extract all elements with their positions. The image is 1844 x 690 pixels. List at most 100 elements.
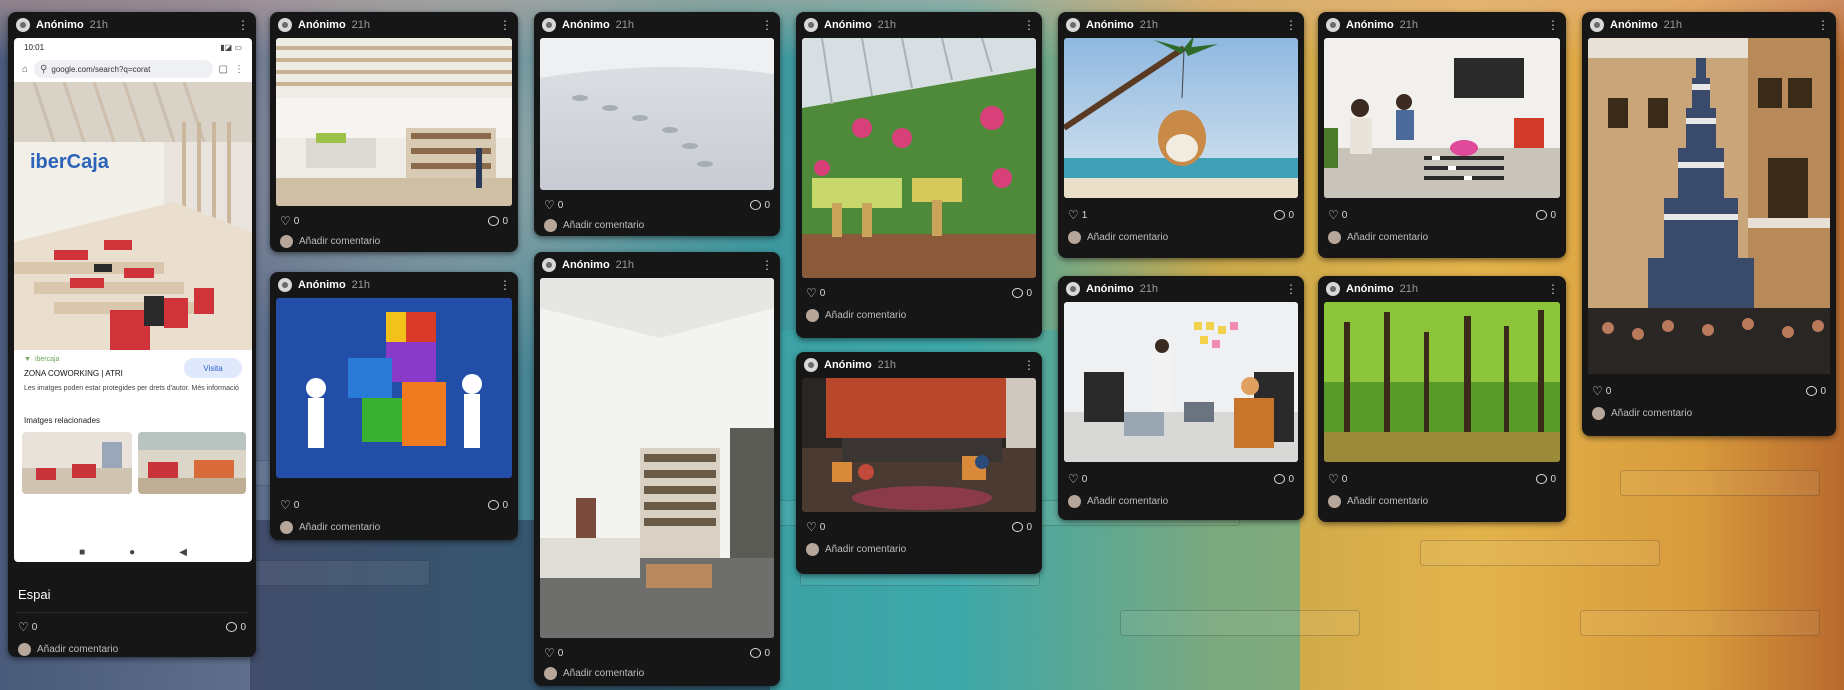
add-comment-button[interactable]: Añadir comentario	[544, 666, 644, 680]
vertical-dots-icon[interactable]: ⋮	[1023, 359, 1035, 371]
like-button[interactable]: ♡ 0	[1328, 208, 1347, 222]
post-image[interactable]	[540, 278, 774, 638]
coworking-hero-image: iberCaja	[14, 82, 252, 350]
status-icons: ▮◪ ▭	[220, 42, 242, 52]
like-button[interactable]: ♡ 0	[806, 286, 825, 300]
source-favicon-icon: ▼	[24, 356, 31, 363]
comment-count[interactable]: 0	[750, 648, 770, 659]
vertical-dots-icon[interactable]: ⋮	[1547, 19, 1559, 31]
post-image[interactable]	[1064, 302, 1298, 462]
comment-count[interactable]: 0	[488, 216, 508, 227]
post-card[interactable]: Anónimo 21h ⋮ ♡ 0 0 Añadir comentario	[270, 272, 518, 540]
add-comment-button[interactable]: Añadir comentario	[544, 218, 644, 232]
post-image[interactable]	[1064, 38, 1298, 198]
back-icon: ◀	[179, 546, 187, 558]
vertical-dots-icon[interactable]: ⋮	[1285, 283, 1297, 295]
result-source: ▼ ibercaja	[24, 356, 60, 363]
comment-count[interactable]: 0	[1536, 210, 1556, 221]
add-comment-button[interactable]: Añadir comentario	[1592, 406, 1692, 420]
vertical-dots-icon[interactable]: ⋮	[1285, 19, 1297, 31]
user-avatar-icon	[804, 358, 818, 372]
post-image[interactable]	[276, 38, 512, 206]
vertical-dots-icon[interactable]: ⋮	[1547, 283, 1559, 295]
copyright-notice: Les imatges poden estar protegides per d…	[24, 385, 239, 392]
user-avatar-icon	[1326, 282, 1340, 296]
post-image[interactable]	[540, 38, 774, 190]
author-name: Anónimo	[824, 359, 872, 371]
related-image-thumbnail[interactable]	[138, 432, 246, 494]
comment-count[interactable]: 0	[1806, 386, 1826, 397]
like-button[interactable]: ♡ 0	[544, 646, 563, 660]
like-button[interactable]: ♡ 0	[1328, 472, 1347, 486]
add-comment-button[interactable]: Añadir comentario	[1328, 494, 1428, 508]
related-images-heading: Imatges relacionades	[24, 416, 101, 425]
post-image[interactable]	[802, 38, 1036, 278]
user-avatar-icon	[1066, 282, 1080, 296]
heart-outline-icon: ♡	[1328, 208, 1339, 222]
vertical-dots-icon[interactable]: ⋮	[499, 19, 511, 31]
add-comment-button[interactable]: Añadir comentario	[1068, 494, 1168, 508]
post-card[interactable]: Anónimo 21h ⋮ 10:01 ▮◪ ▭ ⌂ ⚲ google.com/…	[8, 12, 256, 657]
like-button[interactable]: ♡ 1	[1068, 208, 1087, 222]
like-button[interactable]: ♡ 0	[280, 214, 299, 228]
home-button-icon: ●	[129, 546, 136, 558]
user-avatar-icon	[544, 218, 557, 232]
vertical-dots-icon[interactable]: ⋮	[1817, 19, 1829, 31]
post-card[interactable]: Anónimo 21h ⋮ ♡ 0 0 Añadir comentario	[1318, 276, 1566, 522]
comment-count[interactable]: 0	[1536, 474, 1556, 485]
result-title: ZONA COWORKING | ATRI	[24, 369, 123, 378]
vertical-dots-icon[interactable]: ⋮	[761, 19, 773, 31]
like-button[interactable]: ♡ 0	[1068, 472, 1087, 486]
post-image[interactable]	[1324, 38, 1560, 198]
vertical-dots-icon[interactable]: ⋮	[761, 259, 773, 271]
comment-count[interactable]: 0	[750, 200, 770, 211]
like-button[interactable]: ♡ 0	[544, 198, 563, 212]
post-card[interactable]: Anónimo 21h ⋮ ♡ 0 0 Añadir comentario	[1318, 12, 1566, 258]
add-comment-button[interactable]: Añadir comentario	[280, 520, 380, 534]
url-bar: ⚲ google.com/search?q=corat	[34, 60, 213, 78]
comment-count[interactable]: 0	[488, 500, 508, 511]
card-header: Anónimo 21h ⋮	[796, 352, 1042, 378]
comment-count[interactable]: 0	[226, 622, 246, 633]
post-card[interactable]: Anónimo 21h ⋮ ♡ 0 0 Añadir comentario	[534, 252, 780, 686]
comment-count[interactable]: 0	[1274, 474, 1294, 485]
like-button[interactable]: ♡ 0	[18, 620, 37, 634]
comment-bubble-icon	[750, 648, 762, 658]
add-comment-button[interactable]: Añadir comentario	[280, 234, 380, 248]
comment-count[interactable]: 0	[1012, 522, 1032, 533]
vertical-dots-icon[interactable]: ⋮	[237, 19, 249, 31]
add-comment-button[interactable]: Añadir comentario	[806, 542, 906, 556]
add-comment-button[interactable]: Añadir comentario	[1328, 230, 1428, 244]
add-comment-button[interactable]: Añadir comentario	[18, 642, 118, 656]
post-card[interactable]: Anónimo 21h ⋮ ♡ 0 0 Añadir comentario	[1058, 276, 1304, 520]
like-button[interactable]: ♡ 0	[280, 498, 299, 512]
post-image[interactable]	[276, 298, 512, 478]
post-image[interactable]	[1324, 302, 1560, 462]
post-image[interactable]	[802, 378, 1036, 512]
comment-bubble-icon	[488, 216, 500, 226]
visit-button[interactable]: Visita	[184, 358, 242, 378]
add-comment-button[interactable]: Añadir comentario	[806, 308, 906, 322]
comment-count[interactable]: 0	[1012, 288, 1032, 299]
post-image[interactable]	[1588, 38, 1830, 374]
comment-count[interactable]: 0	[1274, 210, 1294, 221]
card-header: Anónimo 21h ⋮	[270, 12, 518, 38]
like-button[interactable]: ♡ 0	[806, 520, 825, 534]
post-card[interactable]: Anónimo 21h ⋮ ♡ 0 0 Añadir comentario	[796, 352, 1042, 574]
recents-icon: ■	[79, 546, 86, 558]
card-header: Anónimo 21h ⋮	[1582, 12, 1836, 38]
comment-bubble-icon	[1012, 522, 1024, 532]
post-card[interactable]: Anónimo 21h ⋮ ♡ 0 0 Añadir comentario	[1582, 12, 1836, 436]
user-avatar-icon	[1592, 406, 1605, 420]
like-button[interactable]: ♡ 0	[1592, 384, 1611, 398]
vertical-dots-icon[interactable]: ⋮	[499, 279, 511, 291]
post-card[interactable]: Anónimo 21h ⋮ ♡ 0 0 Añadir comentario	[796, 12, 1042, 338]
vertical-dots-icon[interactable]: ⋮	[1023, 19, 1035, 31]
add-comment-button[interactable]: Añadir comentario	[1068, 230, 1168, 244]
post-card[interactable]: Anónimo 21h ⋮ ♡ 1 0 Añadir comentario	[1058, 12, 1304, 258]
post-card[interactable]: Anónimo 21h ⋮ ♡ 0 0 Añadir comentario	[270, 12, 518, 252]
post-card[interactable]: Anónimo 21h ⋮ ♡ 0 0 Añadir comentario	[534, 12, 780, 236]
author-name: Anónimo	[1610, 19, 1658, 31]
heart-outline-icon: ♡	[806, 286, 817, 300]
related-image-thumbnail[interactable]	[22, 432, 132, 494]
